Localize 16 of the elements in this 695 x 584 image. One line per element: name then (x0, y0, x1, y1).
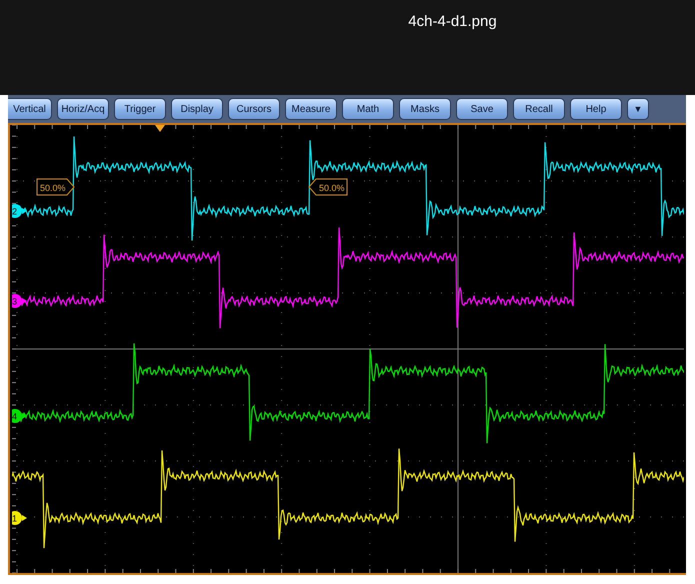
window-title: 4ch-4-d1.png (408, 13, 497, 32)
trigger-position-icon (155, 125, 165, 132)
menu-button[interactable]: Help (570, 98, 622, 120)
cursor-level-label: 50.0% (308, 178, 348, 196)
menu-button[interactable]: Save (456, 98, 508, 120)
menu-button[interactable]: Recall (513, 98, 565, 120)
cursor-level-label: 50.0% (36, 178, 75, 196)
menu-button[interactable]: Trigger (114, 98, 166, 120)
menu-button[interactable]: Masks (399, 98, 451, 120)
menu-button[interactable]: Horiz/Acq (57, 98, 109, 120)
menu-button[interactable]: Measure (285, 98, 337, 120)
menu-button[interactable]: Display (171, 98, 223, 120)
menu-button[interactable]: Vertical (8, 98, 52, 120)
menu-button[interactable]: Math (342, 98, 394, 120)
more-button[interactable]: ▼ (627, 98, 649, 120)
menu-button[interactable]: Cursors (228, 98, 280, 120)
